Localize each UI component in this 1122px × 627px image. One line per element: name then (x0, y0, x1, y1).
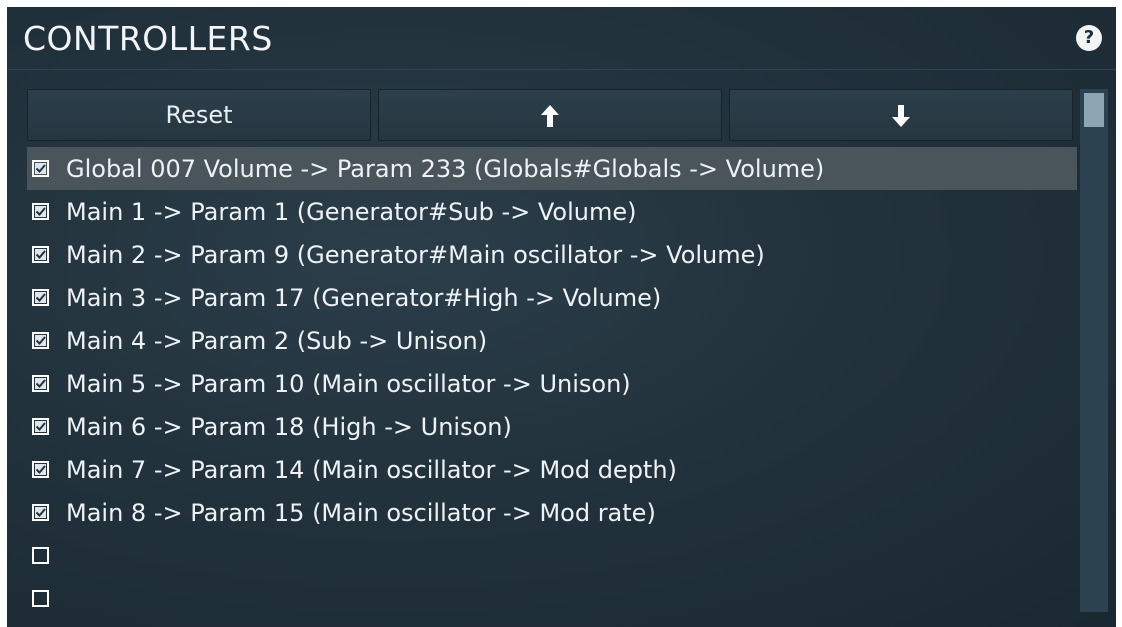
list-item-label: Main 3 -> Param 17 (Generator#High -> Vo… (66, 283, 662, 312)
list-item-label: Main 2 -> Param 9 (Generator#Main oscill… (66, 240, 765, 269)
checkbox-checked[interactable] (32, 418, 49, 435)
help-icon[interactable]: ? (1076, 25, 1102, 51)
list-item-label: Global 007 Volume -> Param 233 (Globals#… (66, 154, 825, 183)
list-item-label: Main 8 -> Param 15 (Main oscillator -> M… (66, 498, 656, 527)
checkbox-checked[interactable] (32, 332, 49, 349)
checkbox-unchecked[interactable] (32, 590, 49, 607)
list-item[interactable]: Main 7 -> Param 14 (Main oscillator -> M… (27, 448, 1077, 491)
checkbox-checked[interactable] (32, 246, 49, 263)
reset-button-label: Reset (165, 101, 233, 129)
checkbox-checked[interactable] (32, 504, 49, 521)
list-item[interactable]: Main 8 -> Param 15 (Main oscillator -> M… (27, 491, 1077, 534)
list-item[interactable]: Main 5 -> Param 10 (Main oscillator -> U… (27, 362, 1077, 405)
checkbox-unchecked[interactable] (32, 547, 49, 564)
arrow-up-icon (541, 105, 559, 127)
controller-list: Global 007 Volume -> Param 233 (Globals#… (27, 147, 1077, 620)
list-item-label: Main 1 -> Param 1 (Generator#Sub -> Volu… (66, 197, 637, 226)
list-item[interactable] (27, 577, 1077, 620)
arrow-down-icon (892, 105, 910, 127)
list-item[interactable]: Main 6 -> Param 18 (High -> Unison) (27, 405, 1077, 448)
scrollbar-thumb[interactable] (1084, 93, 1104, 127)
list-item[interactable]: Main 4 -> Param 2 (Sub -> Unison) (27, 319, 1077, 362)
scrollbar[interactable] (1080, 89, 1108, 612)
checkbox-checked[interactable] (32, 203, 49, 220)
list-item[interactable]: Main 3 -> Param 17 (Generator#High -> Vo… (27, 276, 1077, 319)
controllers-panel: CONTROLLERS ? Reset Global 007 Volume ->… (7, 7, 1116, 627)
list-item-label: Main 4 -> Param 2 (Sub -> Unison) (66, 326, 488, 355)
checkbox-checked[interactable] (32, 375, 49, 392)
panel-header: CONTROLLERS ? (7, 7, 1116, 70)
checkbox-checked[interactable] (32, 160, 49, 177)
reset-button[interactable]: Reset (27, 89, 371, 141)
checkbox-checked[interactable] (32, 461, 49, 478)
checkbox-checked[interactable] (32, 289, 49, 306)
list-item[interactable]: Global 007 Volume -> Param 233 (Globals#… (27, 147, 1077, 190)
list-item[interactable]: Main 1 -> Param 1 (Generator#Sub -> Volu… (27, 190, 1077, 233)
list-item-label: Main 5 -> Param 10 (Main oscillator -> U… (66, 369, 631, 398)
list-item-label: Main 7 -> Param 14 (Main oscillator -> M… (66, 455, 677, 484)
list-item-label: Main 6 -> Param 18 (High -> Unison) (66, 412, 512, 441)
panel-title: CONTROLLERS (23, 19, 273, 58)
move-down-button[interactable] (729, 89, 1073, 141)
move-up-button[interactable] (378, 89, 722, 141)
list-item[interactable] (27, 534, 1077, 577)
list-item[interactable]: Main 2 -> Param 9 (Generator#Main oscill… (27, 233, 1077, 276)
